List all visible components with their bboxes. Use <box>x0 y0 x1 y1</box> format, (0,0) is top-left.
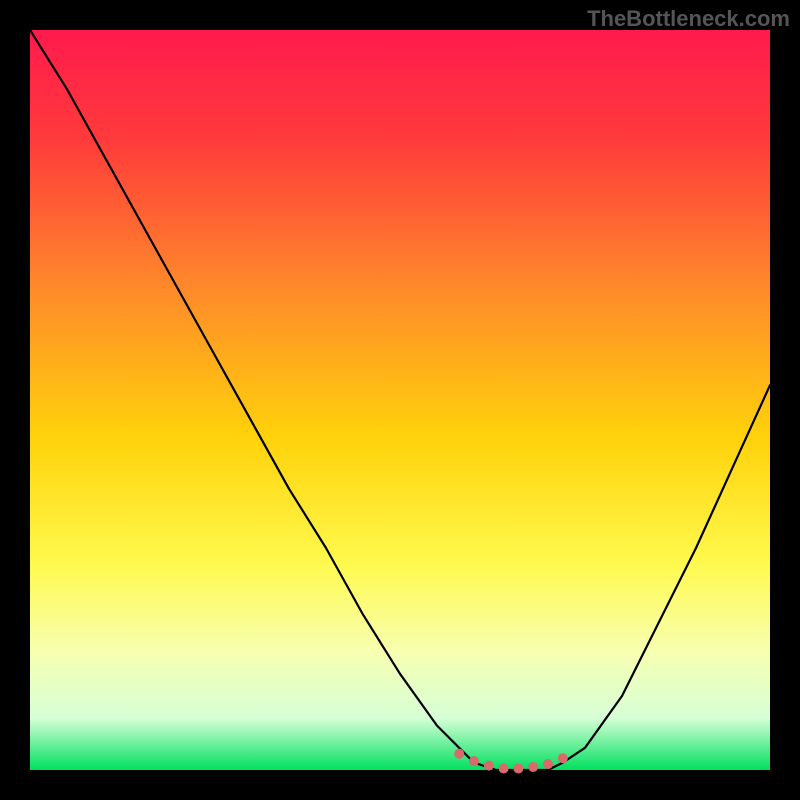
marker-dot <box>513 764 523 774</box>
watermark-text: TheBottleneck.com <box>587 6 790 32</box>
marker-dot <box>528 762 538 772</box>
marker-dot <box>499 764 509 774</box>
marker-dot <box>543 759 553 769</box>
marker-dot <box>558 753 568 763</box>
chart-container: TheBottleneck.com <box>0 0 800 800</box>
bottleneck-chart <box>0 0 800 800</box>
marker-dot <box>454 749 464 759</box>
marker-dot <box>469 756 479 766</box>
plot-background <box>30 30 770 770</box>
marker-dot <box>484 761 494 771</box>
